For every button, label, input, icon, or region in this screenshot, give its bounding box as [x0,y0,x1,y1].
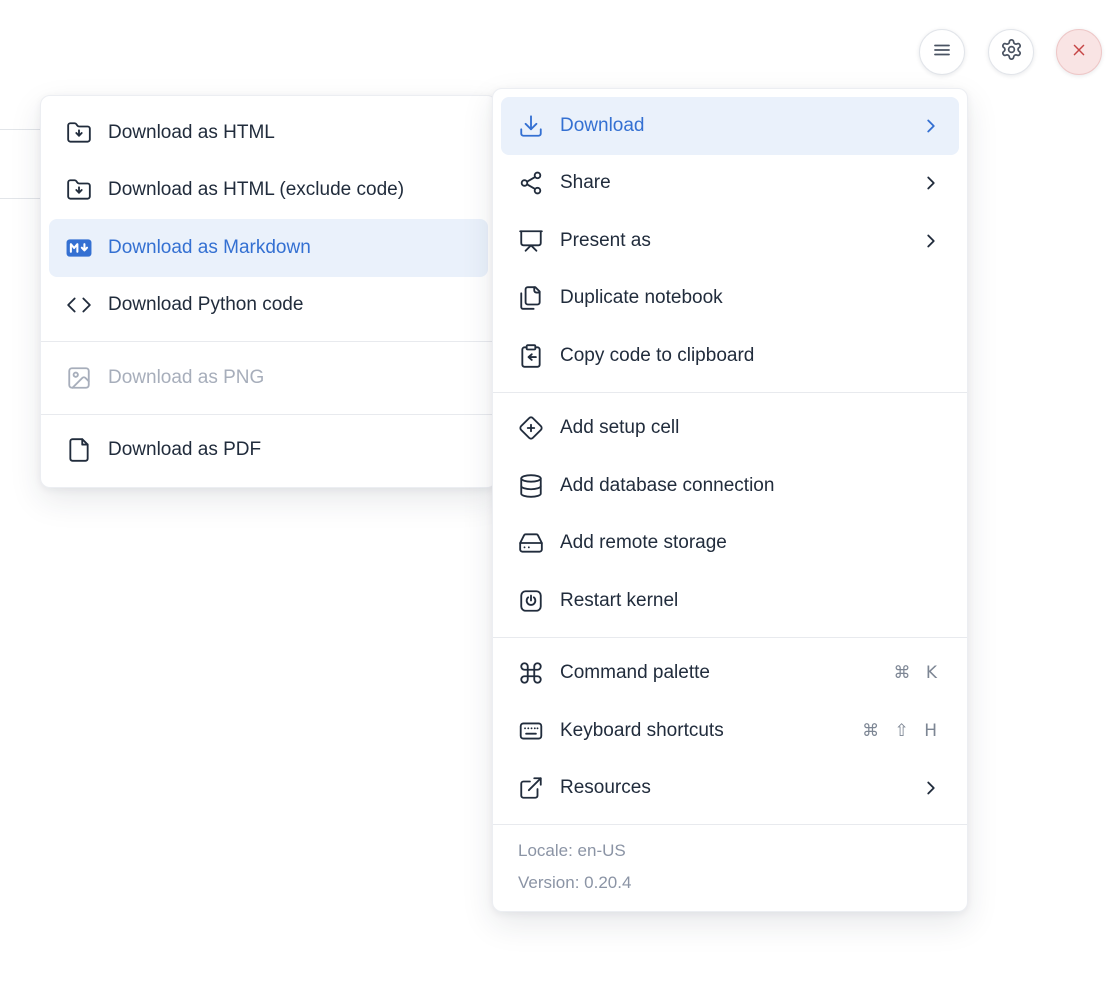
files-icon [518,285,544,311]
code-icon [66,292,92,318]
menu-item-label: Download as PDF [108,439,471,461]
menu-item-label: Download as HTML (exclude code) [108,179,471,201]
menu-item-label: Resources [560,777,904,799]
menu-item-add-remote-storage[interactable]: Add remote storage [493,515,967,573]
menu-item-add-database-connection[interactable]: Add database connection [493,457,967,515]
menu-item-label: Duplicate notebook [560,287,942,309]
menu-item-label: Restart kernel [560,590,942,612]
menu-item-label: Share [560,172,904,194]
menu-item-present-as[interactable]: Present as [493,212,967,270]
close-button[interactable] [1056,29,1102,75]
shortcut-command-shift-h: ⌘ ⇧ H [862,721,942,741]
command-icon [518,660,544,686]
share-icon [518,170,544,196]
menu-divider [493,637,967,638]
menu-item-label: Copy code to clipboard [560,345,942,367]
menu-item-download-as-html[interactable]: Download as HTML [41,104,496,162]
menu-button[interactable] [919,29,965,75]
menu-item-download-as-pdf[interactable]: Download as PDF [41,422,496,480]
menu-item-label: Add database connection [560,475,942,497]
menu-item-add-setup-cell[interactable]: Add setup cell [493,400,967,458]
external-link-icon [518,775,544,801]
version-info: Version: 0.20.4 [493,867,967,899]
menu-item-label: Download [560,115,904,137]
menu-item-share[interactable]: Share [493,155,967,213]
locale-info: Locale: en-US [493,835,967,867]
menu-item-label: Command palette [560,662,877,684]
notebook-menu: Download Share Present as Duplicate note… [492,88,968,912]
hamburger-icon [930,38,954,67]
chevron-right-icon [920,777,942,799]
menu-item-label: Download Python code [108,294,471,316]
menu-item-label: Download as PNG [108,367,471,389]
chevron-right-icon [920,172,942,194]
chevron-right-icon [920,230,942,252]
menu-item-download-as-png: Download as PNG [41,349,496,407]
chevron-right-icon [920,115,942,137]
page-divider-line [0,129,41,130]
menu-divider [41,414,496,415]
menu-item-download-as-markdown[interactable]: Download as Markdown [49,219,488,277]
menu-item-download-python-code[interactable]: Download Python code [41,277,496,335]
presentation-icon [518,228,544,254]
markdown-icon [66,235,92,261]
menu-item-resources[interactable]: Resources [493,760,967,818]
database-icon [518,473,544,499]
power-icon [518,588,544,614]
menu-divider [41,341,496,342]
menu-item-restart-kernel[interactable]: Restart kernel [493,572,967,630]
menu-item-keyboard-shortcuts[interactable]: Keyboard shortcuts ⌘ ⇧ H [493,702,967,760]
close-x-icon [1068,39,1090,66]
diamond-plus-icon [518,415,544,441]
menu-item-label: Keyboard shortcuts [560,720,846,742]
settings-button[interactable] [988,29,1034,75]
menu-item-label: Add remote storage [560,532,942,554]
hard-drive-icon [518,530,544,556]
menu-item-label: Add setup cell [560,417,942,439]
folder-down-icon [66,177,92,203]
gear-icon [1000,38,1023,66]
menu-item-label: Present as [560,230,904,252]
shortcut-command-k: ⌘ K [893,663,942,683]
menu-item-label: Download as Markdown [108,237,471,259]
menu-divider [493,392,967,393]
folder-down-icon [66,120,92,146]
download-submenu: Download as HTML Download as HTML (exclu… [40,95,497,488]
image-icon [66,365,92,391]
menu-item-command-palette[interactable]: Command palette ⌘ K [493,645,967,703]
page-divider-line [0,198,41,199]
file-icon [66,437,92,463]
clipboard-arrow-icon [518,343,544,369]
menu-footer: Locale: en-US Version: 0.20.4 [493,824,967,903]
menu-item-duplicate-notebook[interactable]: Duplicate notebook [493,270,967,328]
menu-item-copy-code-to-clipboard[interactable]: Copy code to clipboard [493,327,967,385]
keyboard-icon [518,718,544,744]
menu-item-label: Download as HTML [108,122,471,144]
download-icon [518,113,544,139]
menu-item-download-as-html-exclude-code[interactable]: Download as HTML (exclude code) [41,162,496,220]
menu-item-download[interactable]: Download [501,97,959,155]
